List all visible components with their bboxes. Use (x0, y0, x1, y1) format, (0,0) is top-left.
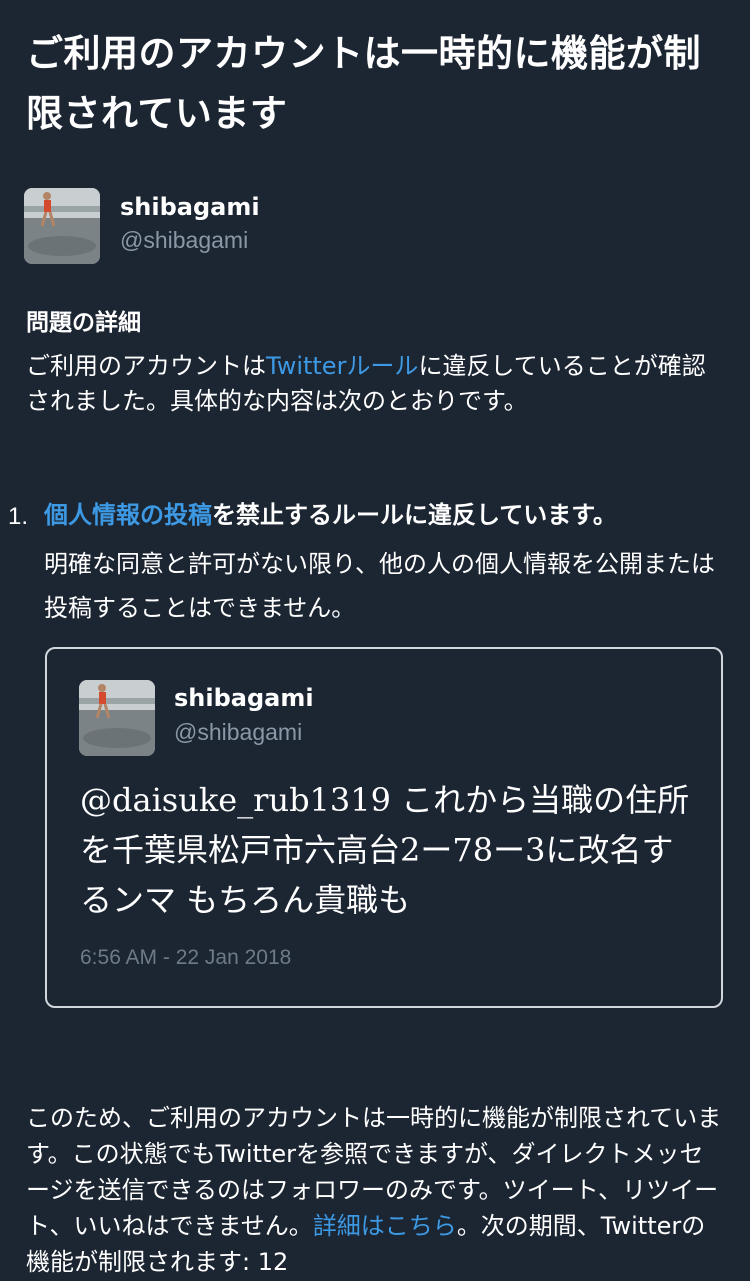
avatar (24, 188, 100, 264)
learn-more-link[interactable]: 詳細はこちら (313, 1212, 457, 1240)
restriction-explanation: このため、ご利用のアカウントは一時的に機能が制限されています。この状態でもTwi… (26, 1100, 726, 1280)
details-heading: 問題の詳細 (26, 310, 141, 336)
tweet-text: @daisuke_rub1319 これから当職の住所を千葉県松戸市六高台2ー78… (80, 781, 690, 919)
profile-photo-icon (24, 188, 100, 264)
violation-description: 明確な同意と許可がない限り、他の人の個人情報を公開または投稿することはできません… (44, 550, 716, 622)
tweet-handle: @shibagami (174, 719, 303, 745)
restriction-notice-page: ご利用のアカウントは一時的に機能が制限されています shibagami @shi… (0, 0, 750, 1281)
profile-photo-icon (79, 680, 155, 756)
details-intro: ご利用のアカウントはTwitterルールに違反していることが確認されました。具体… (26, 349, 726, 419)
account-display-name: shibagami (120, 193, 260, 221)
private-info-policy-link[interactable]: 個人情報の投稿 (44, 501, 212, 529)
violation-number: 1. (8, 503, 29, 530)
twitter-rules-link[interactable]: Twitterルール (266, 352, 418, 380)
tweet-display-name: shibagami (174, 684, 314, 712)
details-intro-before: ご利用のアカウントは (26, 352, 266, 380)
tweet-card: shibagami @shibagami @daisuke_rub1319 これ… (45, 647, 723, 1008)
tweet-timestamp: 6:56 AM - 22 Jan 2018 (80, 946, 292, 969)
account-handle: @shibagami (120, 227, 249, 253)
violation-rule-text: を禁止するルールに違反しています。 (212, 501, 617, 529)
tweet-avatar (79, 680, 155, 756)
violation-rule: 個人情報の投稿を禁止するルールに違反しています。 (44, 497, 744, 533)
page-title: ご利用のアカウントは一時的に機能が制限されています (26, 32, 701, 135)
